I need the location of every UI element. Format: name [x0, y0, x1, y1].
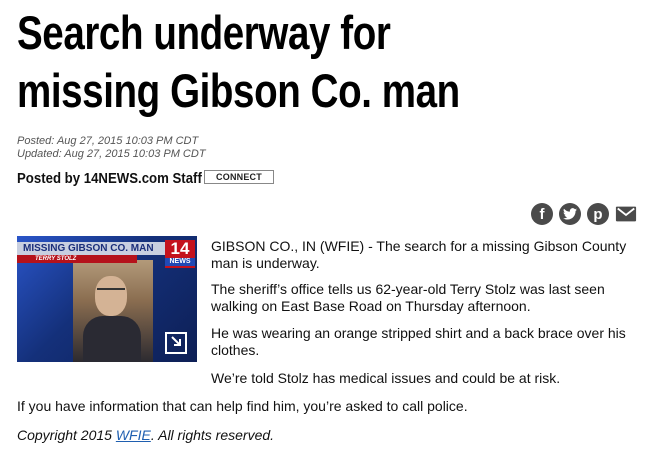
connect-button[interactable]: CONNECT — [204, 170, 274, 184]
article-paragraph: GIBSON CO., IN (WFIE) - The search for a… — [211, 238, 627, 271]
article-paragraph: He was wearing an orange stripped shirt … — [211, 325, 626, 358]
expand-icon[interactable] — [165, 332, 187, 354]
twitter-icon[interactable] — [559, 203, 581, 225]
pinterest-icon[interactable]: p — [587, 203, 609, 225]
copyright-notice: Copyright 2015 WFIE. All rights reserved… — [17, 427, 274, 443]
video-thumbnail[interactable]: MISSING GIBSON CO. MAN TERRY STOLZ 14 NE… — [17, 236, 197, 362]
article-paragraph: If you have information that can help fi… — [17, 398, 468, 414]
thumbnail-photo-glasses — [97, 288, 125, 296]
wfie-link[interactable]: WFIE — [116, 427, 151, 443]
article-headline: Search underway for missing Gibson Co. m… — [17, 6, 460, 117]
thumbnail-photo-shirt — [83, 316, 141, 362]
facebook-icon[interactable]: f — [531, 203, 553, 225]
copyright-prefix: Copyright 2015 — [17, 427, 116, 443]
station-logo-word: NEWS — [165, 258, 195, 266]
copyright-suffix: . All rights reserved. — [150, 427, 275, 443]
station-logo-number: 14 — [170, 239, 190, 258]
thumbnail-banner: MISSING GIBSON CO. MAN — [17, 242, 167, 255]
updated-timestamp: Updated: Aug 27, 2015 10:03 PM CDT — [17, 148, 206, 160]
thumbnail-photo-face — [95, 276, 127, 316]
share-bar: f p — [531, 203, 637, 225]
thumbnail-subbanner: TERRY STOLZ — [17, 255, 137, 263]
article-paragraph: The sheriff’s office tells us 62-year-ol… — [211, 281, 605, 314]
article-paragraph: We’re told Stolz has medical issues and … — [211, 370, 561, 386]
byline-row: Posted by 14NEWS.com Staff CONNECT — [17, 169, 274, 187]
posted-timestamp: Posted: Aug 27, 2015 10:03 PM CDT — [17, 135, 199, 147]
byline: Posted by 14NEWS.com Staff — [17, 169, 202, 187]
station-logo: 14 NEWS — [165, 240, 195, 268]
email-icon[interactable] — [615, 203, 637, 225]
